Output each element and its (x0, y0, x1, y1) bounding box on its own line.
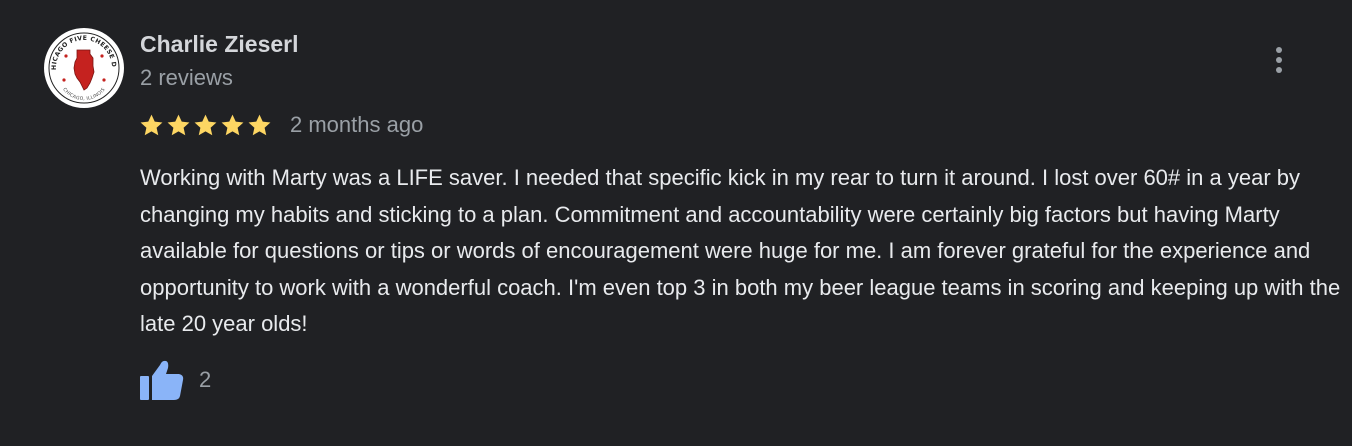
star-icon (194, 114, 217, 135)
review-card: CHICAGO FIVE CHEESE DIP CHICAGO, ILLINOI… (0, 0, 1352, 446)
star-rating (139, 113, 272, 138)
author-review-count[interactable]: 2 reviews (140, 65, 233, 91)
review-time: 2 months ago (290, 112, 424, 137)
rating-row: 2 months ago (139, 110, 423, 140)
illinois-state-logo-icon: CHICAGO FIVE CHEESE DIP CHICAGO, ILLINOI… (44, 28, 122, 106)
star-icon (248, 114, 271, 135)
star-icon (167, 114, 190, 135)
more-vertical-icon (1276, 47, 1282, 73)
thumbs-up-icon (140, 360, 184, 400)
star-icon (221, 114, 244, 135)
review-text: Working with Marty was a LIFE saver. I n… (140, 165, 1341, 336)
star-icon (140, 114, 163, 135)
author-name[interactable]: Charlie Zieserl (140, 31, 299, 58)
more-options-button[interactable] (1262, 40, 1296, 80)
like-button[interactable]: 2 (139, 358, 211, 402)
author-avatar[interactable]: CHICAGO FIVE CHEESE DIP CHICAGO, ILLINOI… (44, 28, 124, 108)
like-count: 2 (199, 367, 212, 392)
